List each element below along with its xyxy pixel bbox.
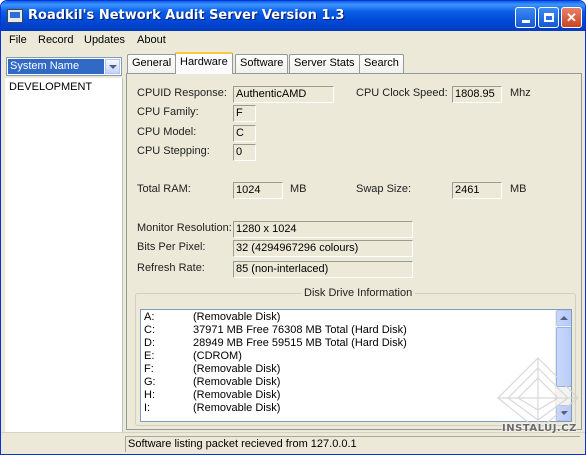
watermark-text: INSTALUJ.CZ <box>502 423 577 434</box>
cpu-family-value: F <box>233 105 256 122</box>
refresh-label: Refresh Rate: <box>137 262 205 274</box>
clock-unit: Mhz <box>510 87 531 99</box>
field-select[interactable]: System Name <box>6 57 122 76</box>
tab-hardware[interactable]: Hardware <box>175 52 233 74</box>
disk-drive: D: <box>144 337 155 349</box>
cpuid-value: AuthenticAMD <box>233 86 334 103</box>
monitor-label: Monitor Resolution: <box>137 222 232 234</box>
computer-list: DEVELOPMENT <box>5 78 123 432</box>
monitor-value: 1280 x 1024 <box>233 221 413 238</box>
menu-about[interactable]: About <box>137 34 166 46</box>
disk-drive: G: <box>144 376 156 388</box>
app-icon <box>7 9 23 23</box>
minimize-button[interactable] <box>515 7 536 28</box>
field-select-value: System Name <box>8 59 104 74</box>
disk-info: 28949 MB Free 59515 MB Total (Hard Disk) <box>193 337 407 349</box>
ram-value: 1024 <box>233 182 283 199</box>
status-text: Software listing packet recieved from 12… <box>125 436 580 452</box>
disk-info: (CDROM) <box>193 350 242 362</box>
menu-bar: File Record Updates About <box>1 31 585 50</box>
ram-label: Total RAM: <box>137 183 191 195</box>
swap-unit: MB <box>510 183 527 195</box>
scroll-thumb[interactable] <box>556 327 571 387</box>
disk-drive: F: <box>144 363 154 375</box>
close-button[interactable]: ✕ <box>561 7 582 28</box>
disk-info: (Removable Disk) <box>193 389 281 401</box>
clock-label: CPU Clock Speed: <box>356 87 448 99</box>
disk-drive: E: <box>144 350 155 362</box>
scroll-up-icon[interactable] <box>556 310 571 326</box>
disk-info: (Removable Disk) <box>193 402 281 414</box>
disk-info: (Removable Disk) <box>193 363 281 375</box>
menu-file[interactable]: File <box>9 34 27 46</box>
cpuid-label: CPUID Response: <box>137 87 227 99</box>
cpu-model-label: CPU Model: <box>137 126 197 138</box>
tab-software[interactable]: Software <box>235 54 289 73</box>
disk-info: 37971 MB Free 76308 MB Total (Hard Disk) <box>193 324 407 336</box>
cpu-model-value: C <box>233 125 256 142</box>
close-icon: ✕ <box>566 10 577 25</box>
menu-record[interactable]: Record <box>38 34 73 46</box>
tab-server-stats[interactable]: Server Stats <box>289 54 360 73</box>
disk-list[interactable]: A: (Removable Disk) C: 37971 MB Free 763… <box>140 309 572 422</box>
chevron-down-icon[interactable] <box>105 59 120 74</box>
tab-search[interactable]: Search <box>359 54 404 73</box>
ram-unit: MB <box>290 183 307 195</box>
minimize-icon <box>521 20 530 23</box>
window-title: Roadkil's Network Audit Server Version 1… <box>28 8 345 23</box>
maximize-icon <box>543 13 554 22</box>
clock-value: 1808.95 <box>452 86 502 103</box>
menu-updates[interactable]: Updates <box>84 34 125 46</box>
swap-label: Swap Size: <box>356 183 412 195</box>
cpu-stepping-value: 0 <box>233 144 256 161</box>
disk-group-title: Disk Drive Information <box>301 287 416 299</box>
bpp-label: Bits Per Pixel: <box>137 241 206 253</box>
disk-drive: A: <box>144 311 155 323</box>
tab-general[interactable]: General <box>127 54 177 73</box>
maximize-button[interactable] <box>538 7 559 28</box>
swap-value: 2461 <box>452 182 502 199</box>
disk-groupbox: Disk Drive Information A: (Removable Dis… <box>135 287 576 426</box>
disk-drive: H: <box>144 389 155 401</box>
bpp-value: 32 (4294967296 colours) <box>233 240 413 257</box>
status-bar: Software listing packet recieved from 12… <box>1 432 585 454</box>
scroll-down-icon[interactable] <box>556 405 571 421</box>
title-bar[interactable]: Roadkil's Network Audit Server Version 1… <box>1 1 585 31</box>
disk-info: (Removable Disk) <box>193 311 281 323</box>
disk-drive: C: <box>144 324 155 336</box>
list-item[interactable]: DEVELOPMENT <box>9 81 92 93</box>
disk-drive: I: <box>144 402 151 414</box>
disk-info: (Removable Disk) <box>193 376 281 388</box>
app-window: Roadkil's Network Audit Server Version 1… <box>0 0 586 455</box>
refresh-value: 85 (non-interlaced) <box>233 261 413 278</box>
disk-list-scrollbar[interactable] <box>555 310 571 421</box>
cpu-stepping-label: CPU Stepping: <box>137 145 210 157</box>
hardware-panel: CPUID Response: AuthenticAMD CPU Clock S… <box>126 73 582 430</box>
cpu-family-label: CPU Family: <box>137 106 199 118</box>
